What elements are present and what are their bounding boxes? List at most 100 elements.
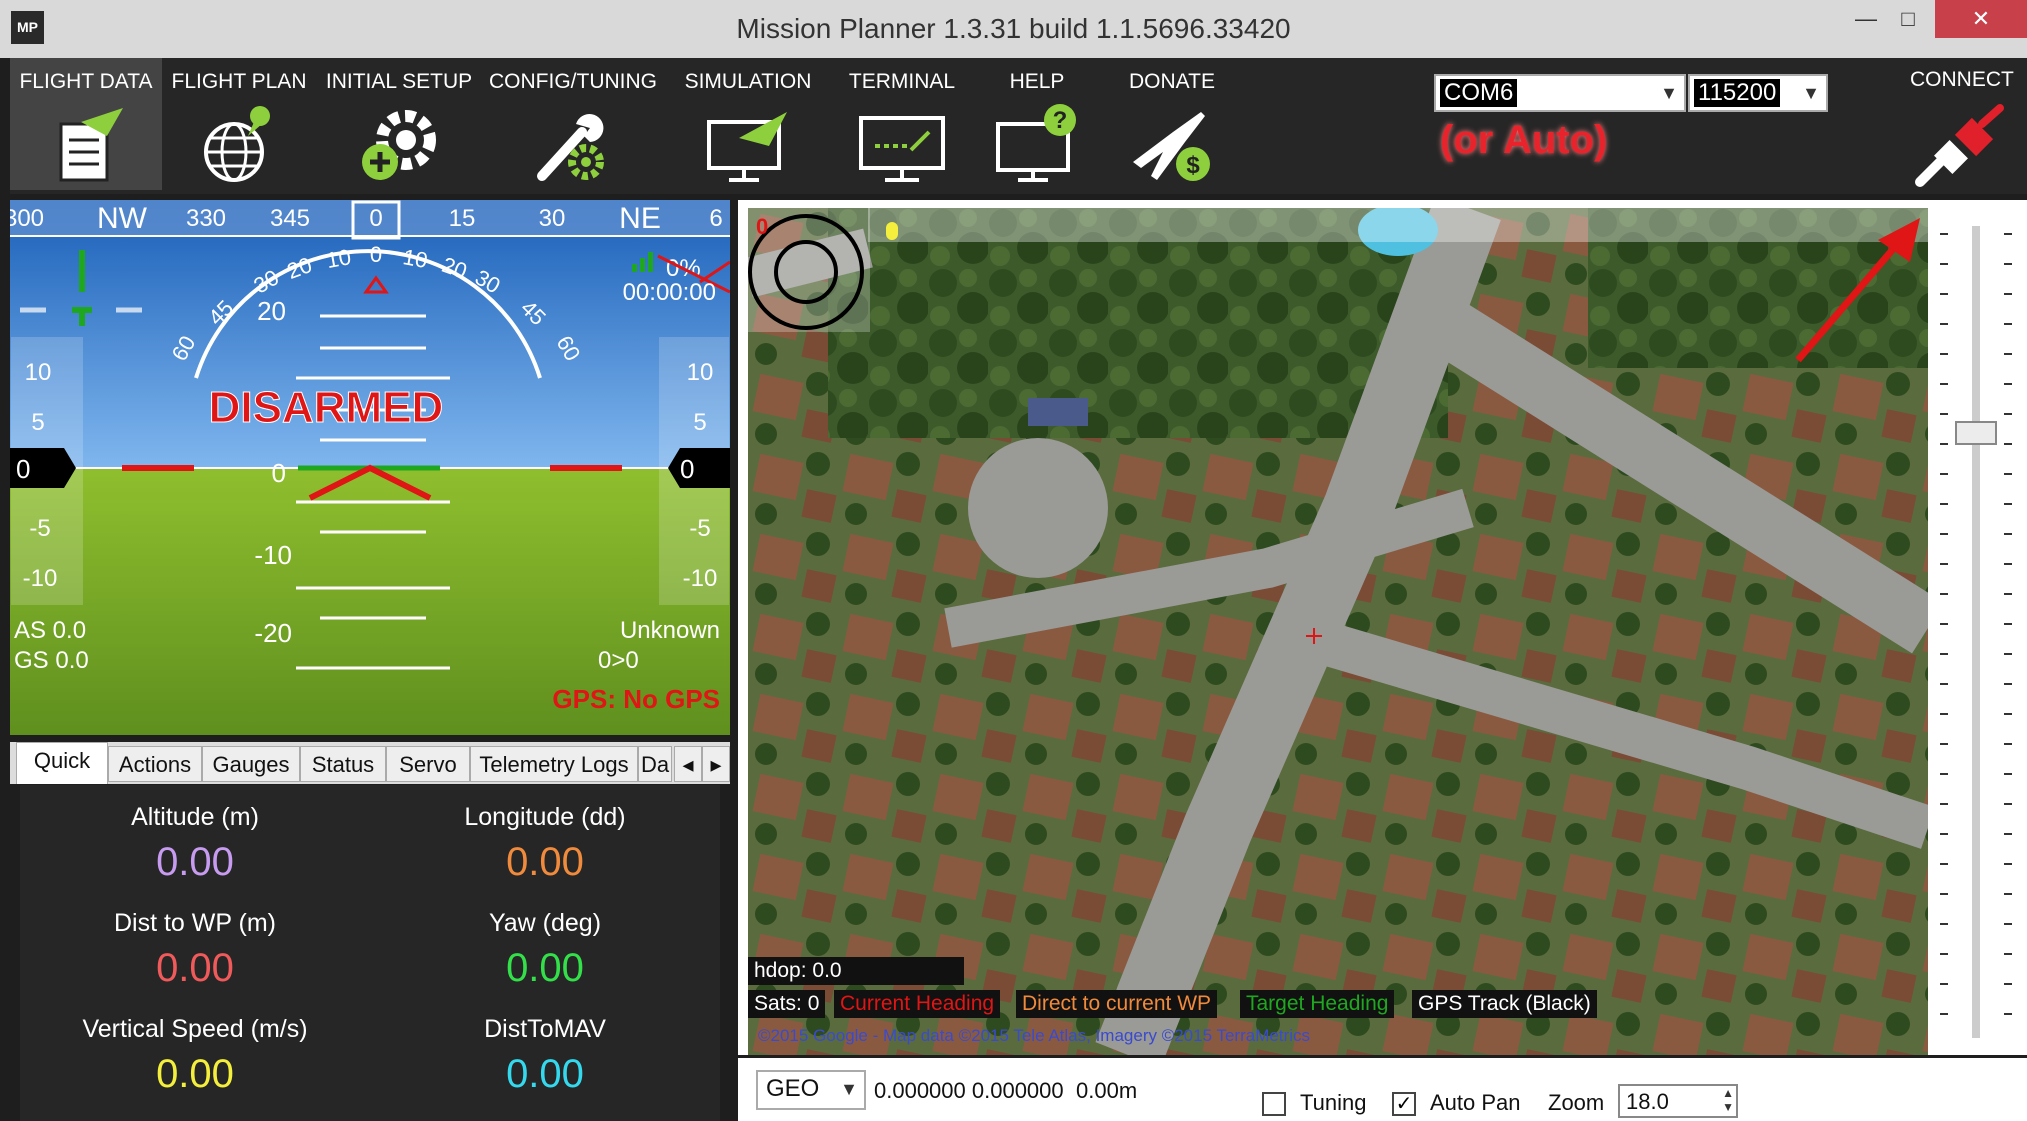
- roll-label: 10: [324, 244, 352, 273]
- tab-dataflash[interactable]: Da: [638, 746, 672, 782]
- connect-label: CONNECT: [1910, 68, 2014, 91]
- zoom-input[interactable]: 18.0 ▲ ▼: [1618, 1084, 1738, 1118]
- alt-tick: -5: [689, 515, 710, 542]
- menu-label: TERMINAL: [848, 70, 956, 93]
- map-imagery: [748, 208, 1928, 1055]
- or-auto-annotation: (or Auto): [1440, 118, 1608, 162]
- quick-label: Dist to WP (m): [113, 909, 277, 937]
- autopan-checkbox[interactable]: ✓: [1392, 1092, 1416, 1116]
- menu-flight-data[interactable]: FLIGHT DATA: [10, 58, 162, 190]
- menu-help[interactable]: HELP ?: [972, 58, 1102, 190]
- quick-label: Altitude (m): [131, 803, 259, 831]
- speed-tick: -10: [23, 565, 58, 592]
- menu-donate[interactable]: DONATE $: [1102, 58, 1242, 190]
- map-top-strip: [868, 208, 1928, 242]
- com-port-select[interactable]: COM6 ▼: [1434, 74, 1686, 112]
- quick-label: Yaw (deg): [488, 909, 602, 937]
- quick-cell-longitude[interactable]: Longitude (dd) 0.00: [370, 803, 720, 885]
- menu-flight-plan[interactable]: FLIGHT PLAN: [162, 58, 316, 190]
- quick-value: 0.00: [156, 946, 234, 990]
- tab-quick[interactable]: Quick: [16, 742, 108, 784]
- com-port-value: COM6: [1440, 79, 1518, 107]
- chevron-down-icon: ▼: [840, 1079, 858, 1099]
- flight-data-icon: [59, 108, 123, 182]
- zoom-slider-thumb[interactable]: [1955, 421, 1997, 445]
- map-panel: 0 hdop: 0.0 Sats: 0 Current Heading Dire…: [738, 200, 2027, 1055]
- gps-status: GPS: No GPS: [552, 684, 720, 714]
- menu-label: FLIGHT PLAN: [171, 70, 307, 93]
- tab-actions[interactable]: Actions: [108, 746, 202, 782]
- menu-terminal[interactable]: TERMINAL: [832, 58, 972, 190]
- altitude-value: 0: [680, 454, 694, 484]
- window-title: Mission Planner 1.3.31 build 1.1.5696.33…: [736, 13, 1291, 44]
- quick-cell-dist-to-mav[interactable]: DistToMAV 0.00: [370, 1015, 720, 1097]
- tuning-checkbox[interactable]: [1262, 1092, 1286, 1116]
- title-bar: MP Mission Planner 1.3.31 build 1.1.5696…: [0, 0, 2027, 58]
- heading-tick: 6: [709, 205, 722, 232]
- baud-rate-select[interactable]: 115200 ▼: [1688, 74, 1828, 112]
- menu-config-tuning[interactable]: CONFIG/TUNING: [482, 58, 664, 190]
- svg-text:$: $: [1186, 152, 1200, 179]
- menu-label: CONFIG/TUNING: [489, 70, 657, 93]
- pitch-label: -20: [254, 618, 292, 648]
- connect-plug-icon[interactable]: [1910, 102, 2010, 190]
- quick-cell-vertical-speed[interactable]: Vertical Speed (m/s) 0.00: [20, 1015, 370, 1097]
- config-wrench-icon: [537, 114, 604, 181]
- quick-value: 0.00: [156, 840, 234, 884]
- satellite-map[interactable]: 0 hdop: 0.0 Sats: 0 Current Heading Dire…: [748, 208, 1928, 1055]
- close-button[interactable]: ✕: [1935, 0, 2027, 38]
- sats-readout: Sats: 0: [748, 990, 826, 1018]
- simulation-monitor-icon: [707, 112, 787, 182]
- menu-label: DONATE: [1129, 70, 1215, 93]
- zoom-value: 18.0: [1626, 1089, 1669, 1114]
- zoom-stepper-icon[interactable]: ▲ ▼: [1722, 1086, 1734, 1114]
- coord-system-select[interactable]: GEO ▼: [756, 1070, 866, 1110]
- heading-tick: NE: [619, 202, 661, 235]
- tab-scroll-left[interactable]: ◂: [674, 746, 702, 782]
- help-monitor-icon: ?: [996, 104, 1076, 182]
- hud-panel: 300 NW 330 345 0 15 30 NE 6 60 45 30 20 …: [10, 200, 730, 735]
- hdop-readout: hdop: 0.0: [748, 957, 964, 985]
- tab-status[interactable]: Status: [300, 746, 386, 782]
- map-coordinates: 0.000000 0.000000: [874, 1078, 1064, 1103]
- quick-cell-yaw[interactable]: Yaw (deg) 0.00: [370, 909, 720, 991]
- quick-label: Vertical Speed (m/s): [82, 1015, 308, 1043]
- menu-label: SIMULATION: [684, 70, 812, 93]
- speed-tick: 5: [31, 409, 44, 436]
- aircraft-marker-icon: [886, 222, 898, 240]
- flight-data-tabs: Quick Actions Gauges Status Servo Teleme…: [10, 742, 730, 784]
- speed-tick: -5: [29, 515, 50, 542]
- pitch-label: 20: [257, 296, 286, 326]
- pitch-label: -10: [254, 540, 292, 570]
- quick-label: DistToMAV: [484, 1015, 606, 1043]
- heading-tick: 30: [539, 205, 566, 232]
- initial-setup-gear-icon: [362, 110, 436, 180]
- legend-target-heading: Target Heading: [1240, 990, 1395, 1018]
- autopan-label: Auto Pan: [1430, 1090, 1521, 1115]
- svg-text:?: ?: [1053, 107, 1068, 134]
- roll-label: 0: [370, 242, 382, 267]
- tab-scroll-right[interactable]: ▸: [702, 746, 730, 782]
- map-zoom-slider[interactable]: [1934, 208, 2018, 1055]
- baud-rate-value: 115200: [1694, 79, 1781, 107]
- tab-servo[interactable]: Servo: [386, 746, 470, 782]
- quick-cell-dist-to-wp[interactable]: Dist to WP (m) 0.00: [20, 909, 370, 991]
- zoom-slider-track: [1940, 226, 2012, 1038]
- speed-value: 0: [16, 454, 30, 484]
- tab-telemetry-logs[interactable]: Telemetry Logs: [470, 746, 638, 782]
- menu-initial-setup[interactable]: INITIAL SETUP: [316, 58, 482, 190]
- heading-tick: 15: [449, 205, 476, 232]
- coord-system-value: GEO: [762, 1075, 824, 1103]
- menu-simulation[interactable]: SIMULATION: [664, 58, 832, 190]
- heading-tick: 0: [369, 205, 382, 232]
- maximize-button[interactable]: □: [1878, 0, 1938, 38]
- donate-plane-icon: $: [1133, 112, 1210, 181]
- quick-cell-altitude[interactable]: Altitude (m) 0.00: [20, 803, 370, 885]
- quick-view-panel: Altitude (m) 0.00 Longitude (dd) 0.00 Di…: [20, 785, 720, 1121]
- quick-value: 0.00: [506, 946, 584, 990]
- tab-gauges[interactable]: Gauges: [202, 746, 300, 782]
- chevron-down-icon: ▼: [1660, 83, 1678, 103]
- legend-direct-to-wp: Direct to current WP: [1016, 990, 1218, 1018]
- zoom-label: Zoom: [1548, 1090, 1605, 1115]
- roll-label: 10: [401, 244, 429, 273]
